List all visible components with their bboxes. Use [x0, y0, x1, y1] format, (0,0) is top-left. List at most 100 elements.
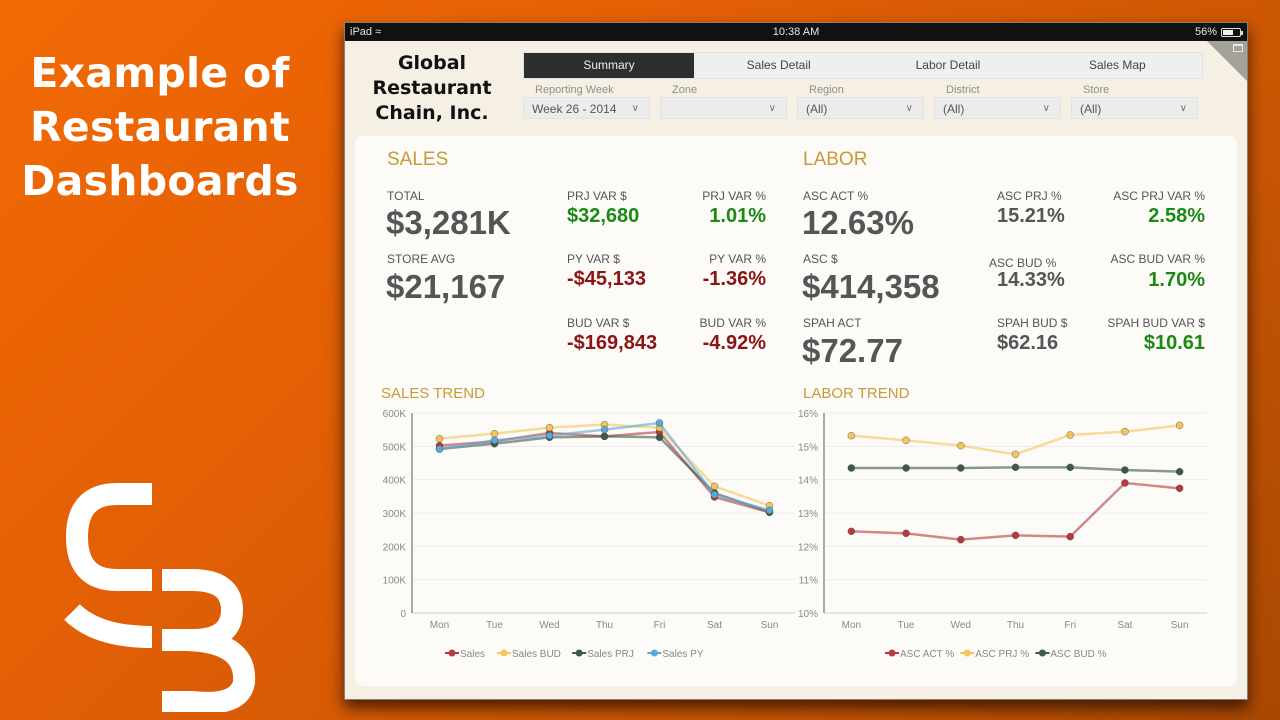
zone-select[interactable]: ∨ — [660, 97, 787, 119]
y-tick-label: 14% — [798, 476, 818, 487]
promo-title-line: Example of — [30, 49, 290, 97]
company-name-line: Restaurant — [372, 77, 492, 99]
data-point — [1011, 450, 1020, 459]
data-point — [490, 429, 499, 438]
x-tick-label: Sat — [1117, 620, 1132, 631]
series-line — [851, 424, 1180, 456]
py-var-usd-value: -$45,133 — [567, 268, 646, 290]
data-point — [1066, 463, 1074, 472]
reporting-week-select[interactable]: Week 26 - 2014 ∨ — [523, 97, 650, 119]
x-tick-label: Thu — [1007, 620, 1024, 631]
x-tick-label: Sun — [1171, 620, 1189, 631]
y-tick-label: 600K — [383, 409, 407, 420]
tab-summary[interactable]: Summary — [524, 53, 694, 78]
select-value: (All) — [943, 102, 965, 116]
y-tick-label: 500K — [383, 442, 407, 453]
x-tick-label: Fri — [1064, 620, 1076, 631]
chevron-down-icon: ∨ — [1042, 103, 1050, 114]
data-point — [847, 464, 856, 472]
sales-section-title: SALES — [387, 149, 449, 170]
tab-sales-map[interactable]: Sales Map — [1033, 53, 1202, 78]
data-point — [490, 436, 499, 445]
filter-store: Store (All) ∨ — [1071, 83, 1198, 119]
sales-trend-title: SALES TREND — [381, 385, 485, 402]
spah-bud-var-value: $10.61 — [1143, 332, 1205, 354]
asc-act-pct-label: ASC ACT % — [803, 189, 869, 203]
data-point — [435, 445, 444, 453]
asc-usd-value: $414,358 — [802, 268, 940, 305]
store-avg-label: STORE AVG — [387, 252, 456, 266]
filter-label: Store — [1083, 84, 1110, 96]
y-tick-label: 10% — [798, 609, 818, 620]
asc-bud-var-pct-value: 1.70% — [1148, 269, 1205, 291]
chevron-down-icon: ∨ — [768, 103, 776, 114]
legend-label: ASC PRJ % — [975, 649, 1029, 660]
x-tick-label: Wed — [951, 620, 971, 631]
data-point — [1066, 532, 1074, 541]
dashboard-tabs: Summary Sales Detail Labor Detail Sales … — [523, 52, 1203, 79]
region-select[interactable]: (All) ∨ — [797, 97, 924, 119]
data-point — [1175, 484, 1184, 493]
spah-bud-label: SPAH BUD $ — [997, 316, 1068, 330]
legend-label: Sales — [460, 649, 485, 660]
select-value: Week 26 - 2014 — [532, 102, 617, 116]
bud-var-pct-label: BUD VAR % — [699, 316, 766, 330]
chevron-down-icon: ∨ — [1179, 103, 1187, 114]
data-point — [600, 432, 609, 441]
chevron-down-icon: ∨ — [905, 103, 913, 114]
data-point — [1011, 463, 1020, 472]
labor-trend-title: LABOR TREND — [803, 385, 910, 402]
data-point — [710, 490, 719, 499]
data-point — [902, 464, 910, 472]
export-icon[interactable] — [1233, 44, 1243, 52]
data-point — [957, 464, 965, 472]
labor-trend-chart: 10% 11% 12% 13% 14% 15% 16% Mon Tue Wed Thu Fri Sat S… — [798, 409, 1207, 660]
x-tick-label: Tue — [898, 620, 915, 631]
chevron-down-icon: ∨ — [631, 103, 639, 114]
x-tick-label: Mon — [842, 620, 861, 631]
filter-label: Reporting Week — [535, 84, 614, 96]
spah-bud-var-label: SPAH BUD VAR $ — [1107, 316, 1205, 330]
asc-bud-pct-label: ASC BUD % — [989, 256, 1057, 270]
filter-label: Region — [809, 84, 844, 96]
data-point — [545, 431, 554, 440]
y-tick-label: 15% — [798, 442, 818, 453]
y-tick-label: 100K — [383, 576, 407, 587]
py-var-usd-label: PY VAR $ — [567, 252, 620, 266]
promo-title: Example of Restaurant Dashboards — [10, 46, 310, 208]
tab-sales-detail[interactable]: Sales Detail — [694, 53, 863, 78]
legend-label: ASC ACT % — [900, 649, 954, 660]
x-tick-label: Sat — [707, 620, 722, 631]
district-select[interactable]: (All) ∨ — [934, 97, 1061, 119]
company-name: Global Restaurant Chain, Inc. — [357, 51, 507, 126]
tab-labor-detail[interactable]: Labor Detail — [863, 53, 1032, 78]
y-tick-label: 300K — [383, 509, 407, 520]
asc-bud-var-pct-label: ASC BUD VAR % — [1110, 252, 1205, 266]
data-point — [957, 535, 965, 544]
summary-panel: SALES TOTAL $3,281K STORE AVG $21,167 PR… — [355, 136, 1237, 686]
data-point — [847, 431, 856, 440]
data-point — [902, 529, 910, 538]
x-tick-label: Mon — [430, 620, 449, 631]
spah-act-label: SPAH ACT — [803, 316, 862, 330]
filter-zone: Zone ∨ — [660, 83, 787, 119]
legend-swatch — [963, 649, 971, 657]
sales-total-label: TOTAL — [387, 189, 425, 203]
filter-label: Zone — [672, 84, 698, 96]
asc-prj-pct-label: ASC PRJ % — [997, 189, 1062, 203]
legend-swatch — [500, 649, 508, 657]
y-tick-label: 13% — [798, 509, 818, 520]
filter-label: District — [946, 84, 980, 96]
x-tick-label: Wed — [539, 620, 559, 631]
data-point — [1121, 466, 1129, 474]
asc-act-pct-value: 12.63% — [802, 204, 914, 241]
store-select[interactable]: (All) ∨ — [1071, 97, 1198, 119]
y-tick-label: 16% — [798, 409, 818, 420]
spah-bud-value: $62.16 — [997, 332, 1059, 354]
bud-var-usd-label: BUD VAR $ — [567, 316, 630, 330]
y-tick-label: 400K — [383, 476, 407, 487]
asc-prj-var-pct-label: ASC PRJ VAR % — [1113, 189, 1205, 203]
data-point — [1121, 427, 1129, 436]
prj-var-usd-value: $32,680 — [567, 205, 640, 227]
data-point — [545, 423, 554, 432]
